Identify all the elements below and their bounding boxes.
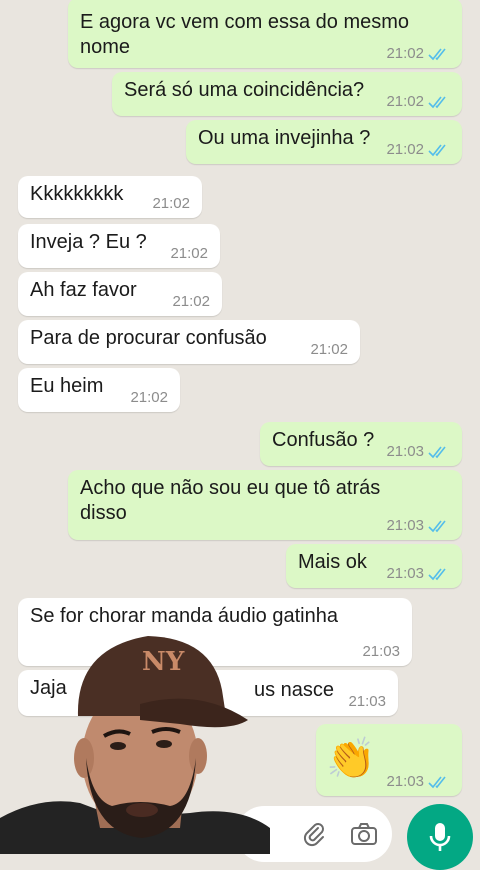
message-meta: 21:03 bbox=[362, 643, 400, 660]
message-time: 21:02 bbox=[310, 341, 348, 358]
message-time: 21:02 bbox=[152, 195, 190, 212]
message-bubble-incoming[interactable]: Kkkkkkkkk 21:02 bbox=[18, 176, 202, 218]
message-time: 21:02 bbox=[170, 245, 208, 262]
read-receipt-icon bbox=[428, 95, 450, 109]
microphone-icon bbox=[429, 823, 451, 851]
read-receipt-icon bbox=[428, 47, 450, 61]
message-time: 21:02 bbox=[386, 45, 424, 62]
message-meta: 21:03 bbox=[348, 693, 386, 710]
message-meta: 21:02 bbox=[386, 45, 450, 62]
message-meta: 21:03 bbox=[386, 517, 450, 534]
message-meta: 21:03 bbox=[386, 443, 450, 460]
message-bubble-outgoing[interactable]: Mais ok 21:03 bbox=[286, 544, 462, 588]
message-text: Se for chorar manda áudio gatinha bbox=[30, 605, 338, 627]
message-time: 21:02 bbox=[172, 293, 210, 310]
message-meta: 21:02 bbox=[386, 141, 450, 158]
webcam-overlay: NY bbox=[0, 628, 270, 854]
message-meta: 21:02 bbox=[310, 341, 348, 358]
message-bubble-incoming[interactable]: Para de procurar confusão 21:02 bbox=[18, 320, 360, 364]
message-bubble-incoming[interactable]: Ah faz favor 21:02 bbox=[18, 272, 222, 316]
message-time: 21:02 bbox=[130, 389, 168, 406]
microphone-button[interactable] bbox=[407, 804, 473, 870]
message-bubble-outgoing[interactable]: Confusão ? 21:03 bbox=[260, 422, 462, 466]
message-time: 21:02 bbox=[386, 93, 424, 110]
message-bubble-outgoing[interactable]: 👏 21:03 bbox=[316, 724, 462, 796]
svg-text:NY: NY bbox=[142, 647, 185, 677]
message-meta: 21:02 bbox=[152, 195, 190, 212]
message-meta: 21:02 bbox=[170, 245, 208, 262]
message-meta: 21:02 bbox=[172, 293, 210, 310]
read-receipt-icon bbox=[428, 775, 450, 789]
read-receipt-icon bbox=[428, 567, 450, 581]
message-bubble-outgoing[interactable]: E agora vc vem com essa do mesmo nome 21… bbox=[68, 0, 462, 68]
read-receipt-icon bbox=[428, 445, 450, 459]
message-time: 21:02 bbox=[386, 141, 424, 158]
message-bubble-incoming[interactable]: Inveja ? Eu ? 21:02 bbox=[18, 224, 220, 268]
message-meta: 21:02 bbox=[386, 93, 450, 110]
read-receipt-icon bbox=[428, 519, 450, 533]
message-meta: 21:03 bbox=[386, 565, 450, 582]
message-time: 21:03 bbox=[386, 517, 424, 534]
message-bubble-outgoing[interactable]: Ou uma invejinha ? 21:02 bbox=[186, 120, 462, 164]
message-time: 21:03 bbox=[386, 773, 424, 790]
read-receipt-icon bbox=[428, 143, 450, 157]
message-time: 21:03 bbox=[348, 693, 386, 710]
camera-icon[interactable] bbox=[346, 816, 382, 852]
chat-view: E agora vc vem com essa do mesmo nome 21… bbox=[0, 0, 480, 870]
message-bubble-outgoing[interactable]: Acho que não sou eu que tô atrás disso 2… bbox=[68, 470, 462, 540]
message-meta: 21:02 bbox=[130, 389, 168, 406]
message-bubble-incoming[interactable]: Eu heim 21:02 bbox=[18, 368, 180, 412]
clapping-hands-emoji: 👏 bbox=[326, 737, 376, 781]
message-time: 21:03 bbox=[386, 443, 424, 460]
paperclip-icon[interactable] bbox=[296, 816, 332, 852]
message-time: 21:03 bbox=[386, 565, 424, 582]
message-time: 21:03 bbox=[362, 643, 400, 660]
message-bubble-outgoing[interactable]: Será só uma coincidência? 21:02 bbox=[112, 72, 462, 116]
message-text: Para de procurar confusão bbox=[30, 327, 267, 349]
message-meta: 21:03 bbox=[386, 773, 450, 790]
